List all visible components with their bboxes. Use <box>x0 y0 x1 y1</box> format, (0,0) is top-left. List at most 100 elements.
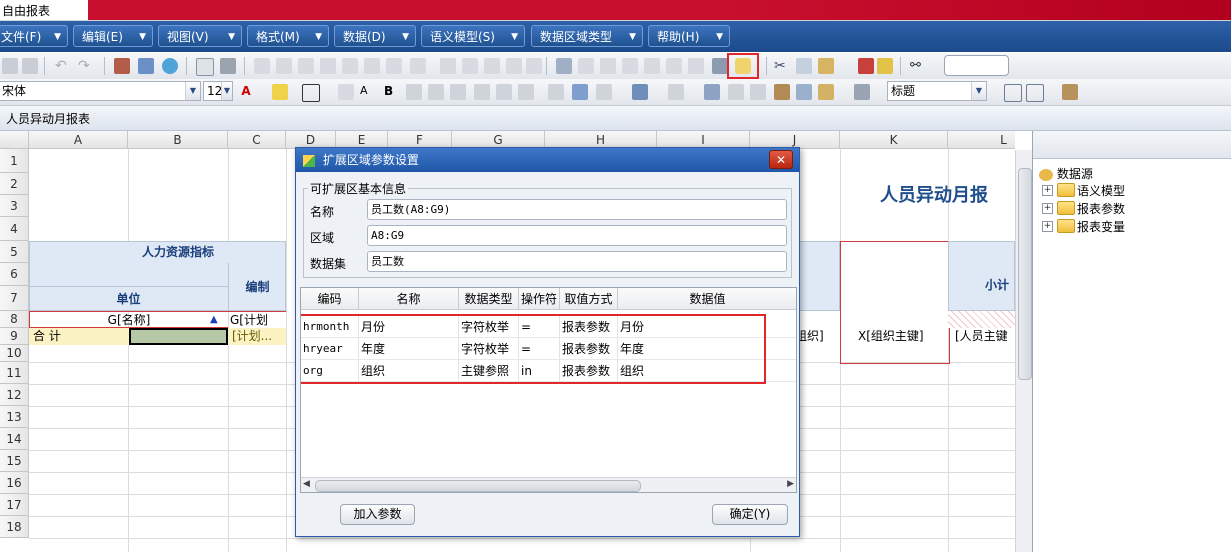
menu-help[interactable]: 帮助(H) ▼ <box>648 25 730 47</box>
row-header[interactable]: 1 <box>0 149 29 173</box>
tree-root[interactable]: 数据源 <box>1039 165 1093 182</box>
close-button[interactable]: ✕ <box>769 150 793 169</box>
print-icon[interactable] <box>220 58 236 74</box>
style-icon[interactable] <box>596 84 612 100</box>
row-header[interactable]: 5 <box>0 241 29 263</box>
tab-report[interactable]: 人员异动月报表 <box>6 110 90 127</box>
merge-cells-icon[interactable] <box>474 84 490 100</box>
gear-icon[interactable] <box>854 84 870 100</box>
tree-item-report-params[interactable]: 报表参数 <box>1077 200 1125 217</box>
cell-a9[interactable]: 合 计 <box>33 328 123 345</box>
paste-icon[interactable] <box>818 58 834 74</box>
border-icon[interactable] <box>302 84 320 102</box>
cut-icon[interactable]: ✂ <box>774 58 790 74</box>
row-header[interactable]: 11 <box>0 362 29 384</box>
new-icon[interactable] <box>2 58 18 74</box>
menu-data[interactable]: 数据(D) ▼ <box>334 25 416 47</box>
scrollbar-thumb[interactable] <box>315 480 641 492</box>
find-icon[interactable]: ⚯ <box>910 58 926 74</box>
col-name[interactable]: 名称 <box>359 288 459 310</box>
cell-b9-selected[interactable] <box>129 328 228 345</box>
calc-icon[interactable] <box>506 58 522 74</box>
extend-param-button[interactable] <box>727 53 759 79</box>
frame-icon[interactable] <box>548 84 564 100</box>
image-icon[interactable] <box>386 58 402 74</box>
add-param-button[interactable]: 加入参数 <box>340 504 415 525</box>
calc-grid-icon[interactable] <box>668 84 684 100</box>
cell-a8[interactable]: G[名称] <box>29 311 228 328</box>
font-size-icon[interactable]: A <box>360 84 376 100</box>
cell-m9[interactable]: [人员主键 <box>955 328 1015 345</box>
chart-icon[interactable] <box>298 58 314 74</box>
horizontal-scrollbar[interactable]: ◀ ▶ <box>301 477 796 492</box>
toolbar-search-input[interactable] <box>944 55 1009 76</box>
table-icon[interactable] <box>364 58 380 74</box>
menu-data-region-type[interactable]: 数据区域类型 ▼ <box>531 25 643 47</box>
save-icon[interactable] <box>22 58 38 74</box>
row-header[interactable]: 6 <box>0 263 29 286</box>
row-header[interactable]: 7 <box>0 286 29 311</box>
menu-semantic-model[interactable]: 语义模型(S) ▼ <box>421 25 525 47</box>
drill-icon[interactable] <box>666 58 682 74</box>
sheet-icon[interactable] <box>750 84 766 100</box>
font-color-icon[interactable]: A <box>238 84 254 100</box>
filter-icon[interactable] <box>276 58 292 74</box>
fit-icon[interactable] <box>1004 84 1022 102</box>
formula-icon[interactable] <box>462 58 478 74</box>
cell-c9[interactable]: [计划... <box>232 328 286 345</box>
col-header[interactable]: K <box>840 131 948 149</box>
area-field[interactable]: A8:G9 <box>367 225 787 246</box>
expand-icon[interactable]: + <box>1042 221 1053 232</box>
ok-button[interactable]: 确定(Y) <box>712 504 788 525</box>
tree-item-report-vars[interactable]: 报表变量 <box>1077 218 1125 235</box>
col-operator[interactable]: 操作符 <box>519 288 560 310</box>
row-header[interactable]: 15 <box>0 450 29 472</box>
print-preview-icon[interactable] <box>196 58 214 76</box>
col-value[interactable]: 数据值 <box>618 288 796 310</box>
plus-icon[interactable] <box>622 58 638 74</box>
row-header[interactable]: 12 <box>0 384 29 406</box>
sort-icon[interactable] <box>254 58 270 74</box>
query-icon[interactable] <box>796 84 812 100</box>
merge-icon[interactable] <box>342 58 358 74</box>
expand-icon[interactable] <box>728 84 744 100</box>
col-header[interactable]: A <box>29 131 128 149</box>
dialog-title-bar[interactable]: 扩展区域参数设置 <box>296 148 799 172</box>
expand-icon[interactable]: + <box>1042 203 1053 214</box>
row-header[interactable]: 2 <box>0 173 29 195</box>
expand-icon[interactable]: + <box>1042 185 1053 196</box>
properties-icon[interactable] <box>1062 84 1078 100</box>
cell-c8[interactable]: G[计划 <box>228 311 286 328</box>
cell-j9[interactable]: 组织] <box>795 328 840 345</box>
area-icon[interactable] <box>644 58 660 74</box>
row-header[interactable]: 3 <box>0 195 29 217</box>
tree-item-semantic-model[interactable]: 语义模型 <box>1077 182 1125 199</box>
picture-icon[interactable] <box>572 84 588 100</box>
layout-icon[interactable] <box>688 58 704 74</box>
cell-l9[interactable]: X[组织主键] <box>858 328 948 345</box>
row-header[interactable]: 14 <box>0 428 29 450</box>
scroll-right-icon[interactable]: ▶ <box>787 479 794 489</box>
clear-icon[interactable] <box>877 58 893 74</box>
data-icon[interactable] <box>632 84 648 100</box>
fill-color-icon[interactable] <box>272 84 288 100</box>
search-icon[interactable] <box>162 58 178 74</box>
scroll-left-icon[interactable]: ◀ <box>303 479 310 489</box>
link-icon[interactable] <box>484 58 500 74</box>
bold-icon[interactable]: B <box>384 84 400 100</box>
align-center-icon[interactable] <box>428 84 444 100</box>
area-set-icon[interactable] <box>704 84 720 100</box>
menu-format[interactable]: 格式(M) ▼ <box>247 25 329 47</box>
corner-header[interactable] <box>0 131 29 149</box>
copy-icon[interactable] <box>796 58 812 74</box>
delete-icon[interactable] <box>858 58 874 74</box>
vertical-scrollbar[interactable] <box>1015 150 1033 552</box>
style-combo[interactable]: 标题 ▼ <box>887 81 987 101</box>
font-size-combo[interactable]: 12 ▼ <box>203 81 233 101</box>
report-icon[interactable] <box>774 84 790 100</box>
row-header[interactable]: 4 <box>0 217 29 241</box>
row-header[interactable]: 10 <box>0 345 29 362</box>
settings-icon[interactable] <box>556 58 572 74</box>
zoom-icon[interactable] <box>818 84 834 100</box>
font-family-combo[interactable]: 宋体 ▼ <box>0 81 201 101</box>
